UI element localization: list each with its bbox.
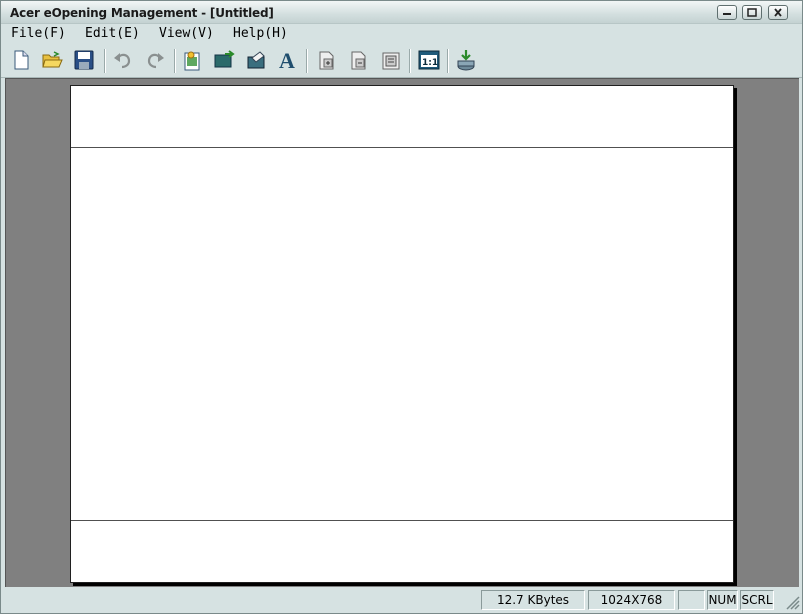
close-button[interactable] xyxy=(768,5,788,20)
actual-size-icon: 1:1 xyxy=(418,50,440,70)
menu-bar: File(F) Edit(E) View(V) Help(H) xyxy=(1,24,802,44)
add-page-button[interactable] xyxy=(314,47,340,73)
import-image-icon xyxy=(184,51,200,71)
open-button[interactable] xyxy=(39,47,65,73)
actual-size-button[interactable]: 1:1 xyxy=(416,47,442,73)
open-folder-icon xyxy=(42,51,63,68)
text-icon: A xyxy=(279,49,295,71)
insert-picture-button[interactable] xyxy=(243,47,269,73)
scroll-lock-status: SCRL xyxy=(740,590,774,610)
install-icon xyxy=(457,50,475,71)
resize-grip-icon[interactable] xyxy=(786,596,800,610)
maximize-icon xyxy=(747,8,757,17)
title-bar[interactable]: Acer eOpening Management - [Untitled] xyxy=(1,1,802,24)
save-icon xyxy=(74,50,94,70)
import-image-button[interactable] xyxy=(179,47,205,73)
redo-button[interactable] xyxy=(142,47,168,73)
page-properties-button[interactable] xyxy=(378,47,404,73)
resolution-status: 1024X768 xyxy=(588,590,675,610)
minimize-icon xyxy=(723,13,731,15)
redo-icon xyxy=(147,53,164,69)
menu-file[interactable]: File(F) xyxy=(11,26,66,41)
minimize-button[interactable] xyxy=(717,5,737,20)
workspace xyxy=(5,78,799,587)
menu-view[interactable]: View(V) xyxy=(159,26,214,41)
menu-help[interactable]: Help(H) xyxy=(233,26,288,41)
num-lock-status: NUM xyxy=(707,590,738,610)
blank-status xyxy=(678,590,705,610)
undo-icon xyxy=(114,53,131,69)
window-title: Acer eOpening Management - [Untitled] xyxy=(10,6,274,20)
app-window: Acer eOpening Management - [Untitled] Fi… xyxy=(0,0,803,614)
maximize-button[interactable] xyxy=(742,5,762,20)
insert-picture-icon xyxy=(247,51,265,69)
page-properties-icon xyxy=(382,52,400,70)
remove-page-icon xyxy=(351,51,366,70)
remove-page-button[interactable] xyxy=(346,47,372,73)
new-file-icon xyxy=(14,50,29,70)
svg-text:1:1: 1:1 xyxy=(422,58,438,68)
footer-divider xyxy=(71,520,733,521)
toolbar: A 1:1 xyxy=(1,45,802,78)
filesize-status: 12.7 KBytes xyxy=(481,590,585,610)
undo-button[interactable] xyxy=(110,47,136,73)
new-button[interactable] xyxy=(8,47,34,73)
header-divider xyxy=(71,147,733,148)
menu-edit[interactable]: Edit(E) xyxy=(85,26,140,41)
svg-text:A: A xyxy=(279,49,295,71)
export-button[interactable] xyxy=(211,47,237,73)
canvas-page[interactable] xyxy=(70,85,734,583)
add-page-icon xyxy=(319,51,334,70)
status-bar: 12.7 KBytes 1024X768 NUM SCRL xyxy=(1,588,802,612)
export-icon xyxy=(214,50,235,68)
install-button[interactable] xyxy=(454,47,480,73)
text-button[interactable]: A xyxy=(275,47,301,73)
close-icon xyxy=(774,8,782,17)
save-button[interactable] xyxy=(71,47,97,73)
